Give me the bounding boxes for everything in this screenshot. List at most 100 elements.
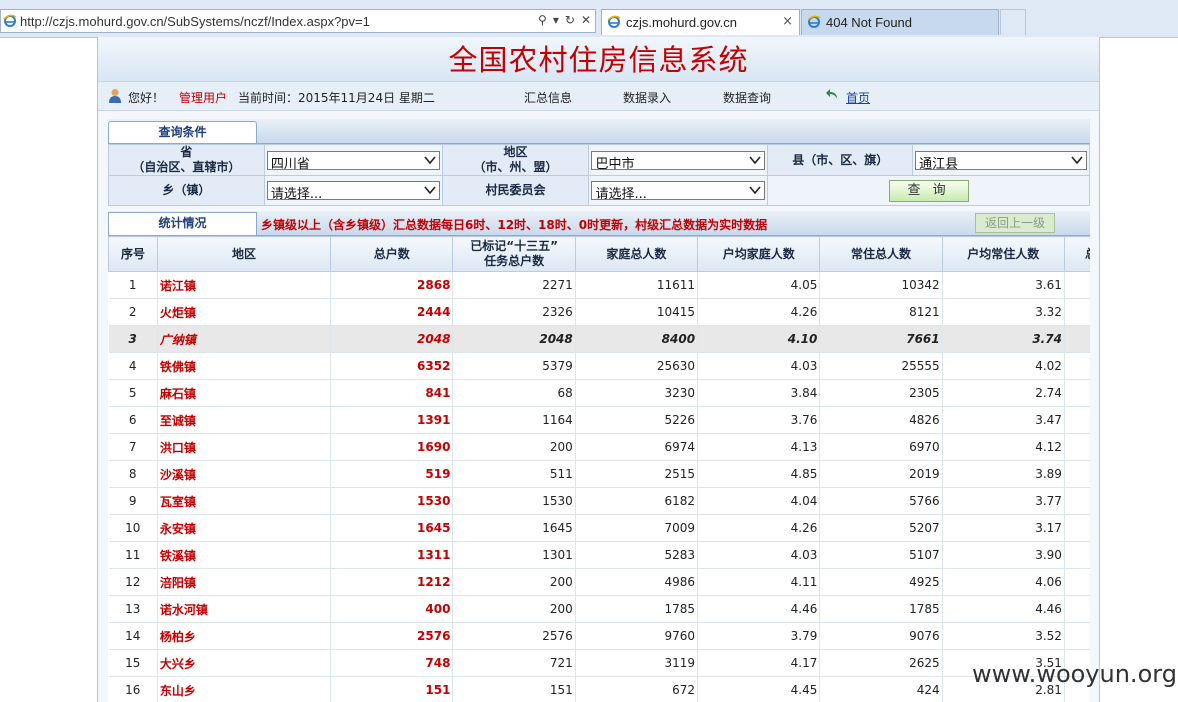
table-row: 3 广纳镇 2048 2048 8400 4.10 7661 3.74 — [108, 325, 1090, 353]
row-truncated-cell — [1064, 622, 1090, 650]
row-family-population: 25630 — [575, 352, 699, 380]
nav-summary[interactable]: 汇总信息 — [524, 89, 572, 106]
row-region-link[interactable]: 瓦室镇 — [157, 487, 332, 515]
row-index: 2 — [108, 298, 158, 326]
row-region-link[interactable]: 广纳镇 — [157, 325, 332, 353]
row-total-households: 2444 — [330, 298, 454, 326]
col-header-avg-resident-size[interactable]: 户均常住人数 — [941, 236, 1065, 272]
village-label: 村民委员会 — [441, 175, 590, 206]
tab-inactive[interactable]: 404 Not Found — [801, 9, 999, 35]
search-icon[interactable]: ⚲ — [538, 13, 547, 27]
row-avg-resident-size: 3.47 — [942, 406, 1065, 434]
nav-data-entry[interactable]: 数据录入 — [623, 89, 671, 106]
village-select[interactable]: 请选择... — [591, 181, 766, 202]
user-role: 管理用户 — [179, 91, 228, 105]
row-marked-households: 5379 — [452, 352, 576, 380]
row-region-link[interactable]: 东山乡 — [157, 676, 332, 702]
row-region-link[interactable]: 杨柏乡 — [157, 622, 332, 650]
new-tab-button[interactable] — [1000, 9, 1026, 35]
row-family-population: 8400 — [575, 325, 699, 353]
row-marked-households: 2048 — [452, 325, 576, 353]
row-avg-family-size: 4.26 — [697, 298, 821, 326]
row-resident-population: 25555 — [819, 352, 943, 380]
row-region-link[interactable]: 至诚镇 — [157, 406, 332, 434]
row-region-link[interactable]: 沙溪镇 — [157, 460, 332, 488]
row-avg-resident-size: 3.61 — [942, 271, 1065, 299]
back-to-parent-button[interactable]: 返回上一级 — [975, 213, 1055, 233]
banner: 全国农村住房信息系统 — [98, 37, 1099, 81]
url-text[interactable]: http://czjs.mohurd.gov.cn/SubSystems/ncz… — [20, 14, 370, 29]
home-link[interactable]: 首页 — [846, 89, 870, 106]
county-select[interactable]: 通江县 — [915, 150, 1087, 172]
row-avg-family-size: 4.45 — [697, 676, 821, 702]
row-family-population: 3230 — [575, 379, 699, 407]
row-region-link[interactable]: 洪口镇 — [157, 433, 332, 461]
row-region-link[interactable]: 铁佛镇 — [157, 352, 332, 380]
row-region-link[interactable]: 涪阳镇 — [157, 568, 332, 596]
table-row: 5 麻石镇 841 68 3230 3.84 2305 2.74 — [108, 379, 1090, 407]
dropdown-icon[interactable]: ▾ — [553, 13, 559, 27]
row-family-population: 10415 — [575, 298, 699, 326]
row-truncated-cell — [1064, 460, 1090, 488]
data-table-container[interactable]: 序号 地区 总户数 已标记“十三五” 任务总户数 家庭总人数 户均家庭人数 常住总… — [108, 236, 1090, 702]
col-header-total-truncated[interactable]: 总 — [1063, 236, 1090, 272]
address-bar[interactable]: http://czjs.mohurd.gov.cn/SubSystems/ncz… — [0, 9, 596, 33]
row-avg-family-size: 3.84 — [697, 379, 821, 407]
row-region-link[interactable]: 火炬镇 — [157, 298, 332, 326]
table-header-row: 序号 地区 总户数 已标记“十三五” 任务总户数 家庭总人数 户均家庭人数 常住总… — [108, 236, 1090, 272]
stats-bar: 统计情况 乡镇级以上（含乡镇级）汇总数据每日6时、12时、18时、0时更新，村级… — [108, 211, 1090, 236]
row-truncated-cell — [1064, 352, 1090, 380]
row-region-link[interactable]: 大兴乡 — [157, 649, 332, 677]
tab-active[interactable]: czjs.mohurd.gov.cn × — [601, 9, 800, 35]
table-row: 13 诺水河镇 400 200 1785 4.46 1785 4.46 — [108, 595, 1090, 623]
row-index: 4 — [108, 352, 158, 380]
col-header-marked-households[interactable]: 已标记“十三五” 任务总户数 — [452, 236, 576, 272]
refresh-icon[interactable]: ↻ — [565, 13, 575, 27]
row-region-link[interactable]: 麻石镇 — [157, 379, 332, 407]
row-total-households: 400 — [330, 595, 454, 623]
province-select[interactable]: 四川省 — [266, 150, 440, 172]
row-avg-resident-size: 3.77 — [942, 487, 1065, 515]
row-marked-households: 1164 — [452, 406, 576, 434]
tab-query-conditions[interactable]: 查询条件 — [108, 121, 257, 143]
row-avg-family-size: 3.76 — [697, 406, 821, 434]
tab-statistics[interactable]: 统计情况 — [108, 212, 257, 235]
row-total-households: 1530 — [330, 487, 454, 515]
tab-close-icon[interactable]: × — [782, 14, 793, 29]
row-marked-households: 511 — [452, 460, 576, 488]
row-region-link[interactable]: 诺水河镇 — [157, 595, 332, 623]
row-family-population: 672 — [575, 676, 699, 702]
ie-icon — [807, 15, 821, 28]
row-marked-households: 2326 — [452, 298, 576, 326]
row-resident-population: 1785 — [819, 595, 943, 623]
col-header-region[interactable]: 地区 — [156, 236, 332, 272]
row-avg-resident-size: 3.17 — [942, 514, 1065, 542]
row-truncated-cell — [1064, 271, 1090, 299]
col-header-resident-population[interactable]: 常住总人数 — [819, 236, 943, 272]
row-region-link[interactable]: 诺江镇 — [157, 271, 332, 299]
query-button[interactable]: 查 询 — [888, 179, 969, 202]
tab-label: 404 Not Found — [826, 15, 913, 30]
col-header-avg-family-size[interactable]: 户均家庭人数 — [697, 236, 821, 272]
table-row: 1 诺江镇 2868 2271 11611 4.05 10342 3.61 — [108, 271, 1090, 299]
row-marked-households: 721 — [452, 649, 576, 677]
row-index: 1 — [108, 271, 158, 299]
close-icon[interactable]: ✕ — [581, 13, 591, 27]
col-header-family-population[interactable]: 家庭总人数 — [574, 236, 699, 272]
row-total-households: 2048 — [330, 325, 454, 353]
row-total-households: 1212 — [330, 568, 454, 596]
row-region-link[interactable]: 永安镇 — [157, 514, 332, 542]
town-select[interactable]: 请选择... — [266, 181, 440, 202]
row-avg-family-size: 4.17 — [697, 649, 821, 677]
row-resident-population: 2019 — [819, 460, 943, 488]
browser-chrome: http://czjs.mohurd.gov.cn/SubSystems/ncz… — [0, 0, 1178, 38]
row-avg-resident-size: 4.06 — [942, 568, 1065, 596]
col-header-total-households[interactable]: 总户数 — [330, 236, 454, 272]
row-region-link[interactable]: 铁溪镇 — [157, 541, 332, 569]
row-marked-households: 1645 — [452, 514, 576, 542]
row-avg-family-size: 4.13 — [697, 433, 821, 461]
col-header-index[interactable]: 序号 — [108, 236, 158, 272]
region-select[interactable]: 巴中市 — [591, 150, 766, 172]
row-index: 16 — [108, 676, 158, 702]
nav-data-query[interactable]: 数据查询 — [723, 89, 771, 106]
